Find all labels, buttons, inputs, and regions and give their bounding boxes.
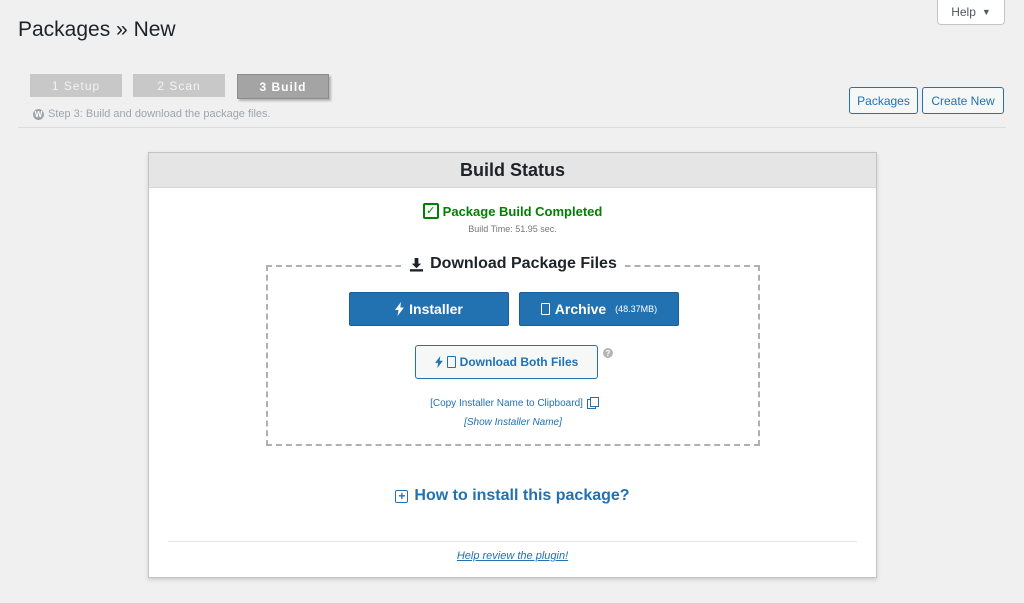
file-archive-icon	[446, 356, 456, 368]
page-title: Packages » New	[18, 18, 176, 41]
wordpress-icon: W	[33, 108, 44, 120]
archive-button[interactable]: Archive (48.37MB)	[519, 292, 679, 326]
download-title-wrap: Download Package Files	[268, 255, 758, 273]
packages-button[interactable]: Packages	[849, 87, 918, 114]
archive-label: Archive	[554, 301, 607, 317]
download-box: Download Package Files Installer Archive…	[266, 255, 760, 446]
bolt-icon	[434, 356, 443, 368]
step-description-text: Step 3: Build and download the package f…	[48, 108, 271, 120]
step-build: 3 Build	[237, 74, 329, 99]
build-time: Build Time: 51.95 sec.	[468, 224, 557, 234]
plus-square-icon: +	[395, 489, 409, 503]
create-new-button[interactable]: Create New	[922, 87, 1004, 114]
help-label: Help	[951, 5, 976, 19]
download-icon	[410, 257, 424, 272]
show-installer-name-link[interactable]: [Show Installer Name]	[268, 417, 758, 428]
build-status-text: Package Build Completed	[442, 203, 603, 219]
question-icon[interactable]: ?	[603, 348, 613, 358]
how-to-install-toggle[interactable]: + How to install this package?	[149, 487, 876, 505]
header-divider	[18, 127, 1006, 128]
installer-button[interactable]: Installer	[349, 292, 509, 326]
build-status-panel: Build Status ✓ Package Build Completed B…	[148, 152, 877, 578]
step-setup: 1 Setup	[30, 74, 122, 97]
caret-down-icon: ▼	[981, 7, 991, 17]
checkbox-checked-icon: ✓	[422, 203, 439, 219]
wizard-steps: 1 Setup 2 Scan 3 Build	[30, 74, 329, 99]
download-title: Download Package Files	[401, 255, 625, 273]
how-to-install-label: How to install this package?	[414, 487, 630, 504]
copy-installer-name-link[interactable]: [Copy Installer Name to Clipboard]	[268, 396, 758, 409]
file-archive-icon	[540, 303, 550, 315]
build-status: ✓ Package Build Completed	[149, 203, 876, 219]
download-both-button[interactable]: Download Both Files	[415, 345, 598, 379]
installer-label: Installer	[409, 301, 463, 317]
step-scan: 2 Scan	[133, 74, 225, 97]
copy-icon	[586, 396, 599, 409]
help-button[interactable]: Help ▼	[937, 0, 1005, 25]
panel-title: Build Status	[149, 153, 876, 188]
review-plugin-link[interactable]: Help review the plugin!	[149, 550, 876, 562]
panel-divider	[168, 541, 857, 542]
step-description: W Step 3: Build and download the package…	[33, 108, 271, 120]
download-title-text: Download Package Files	[430, 255, 617, 272]
archive-size: (48.37MB)	[615, 304, 658, 314]
download-both-label: Download Both Files	[459, 355, 579, 369]
bolt-icon	[395, 302, 405, 316]
copy-installer-name-label: [Copy Installer Name to Clipboard]	[430, 398, 583, 409]
